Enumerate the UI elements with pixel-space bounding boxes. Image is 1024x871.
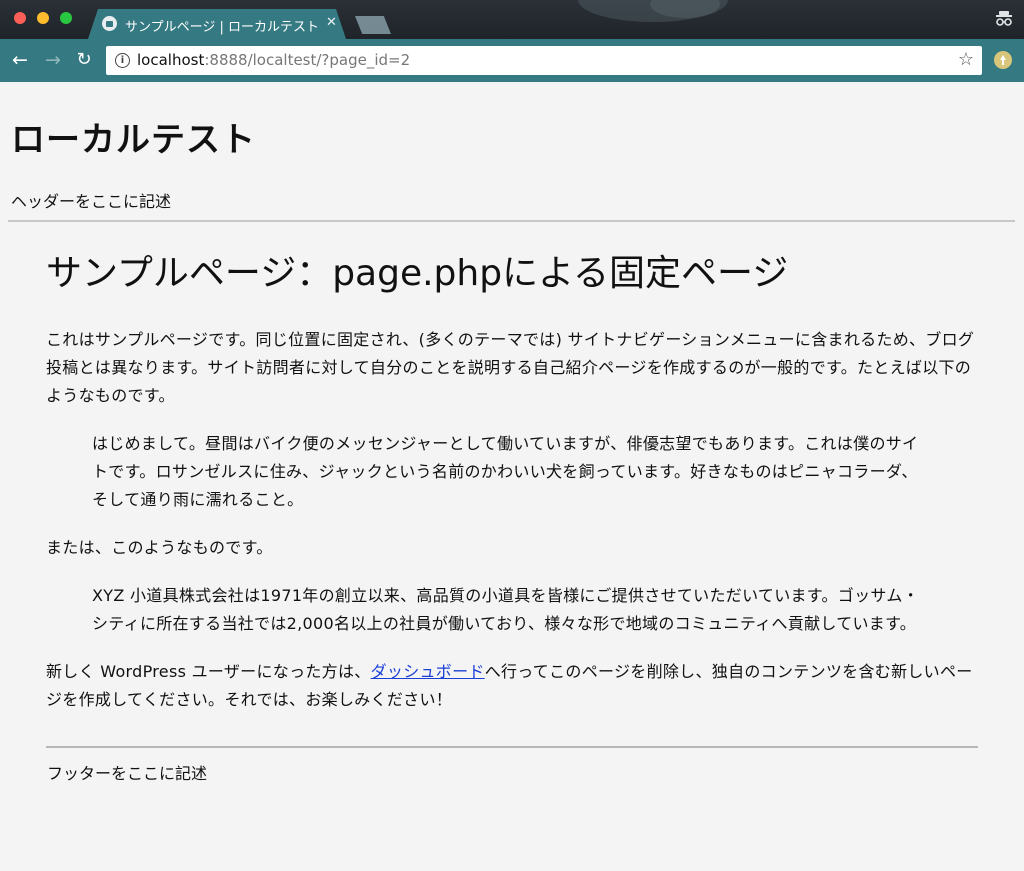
blockquote-1: はじめまして。昼間はバイク便のメッセンジャーとして働いていますが、俳優志望でもあ… xyxy=(92,434,919,509)
closing-paragraph: 新しく WordPress ユーザーになった方は、ダッシュボードへ行ってこのペー… xyxy=(46,658,978,714)
new-tab-button[interactable] xyxy=(355,16,391,34)
bookmark-star-icon[interactable]: ☆ xyxy=(958,49,974,70)
footer-divider xyxy=(46,746,978,748)
intro-paragraph: これはサンプルページです。同じ位置に固定され、(多くのテーマでは) サイトナビゲ… xyxy=(46,330,975,405)
tab-title: サンプルページ | ローカルテスト xyxy=(125,20,319,35)
extension-icon-stem xyxy=(1002,60,1004,65)
window-maximize-button[interactable] xyxy=(60,12,72,24)
browser-toolbar: ← → ↻ i localhost:8888/localtest/?page_i… xyxy=(0,39,1024,82)
tab-strip: サンプルページ | ローカルテスト ✕ xyxy=(0,0,1024,39)
reload-button[interactable]: ↻ xyxy=(72,48,96,72)
blockquote-2: XYZ 小道具株式会社は1971年の創立以来、高品質の小道具を皆様にご提供させて… xyxy=(92,586,919,633)
forward-button[interactable]: → xyxy=(41,48,65,72)
wordpress-favicon-icon xyxy=(102,16,117,31)
or-paragraph: または、このようなものです。 xyxy=(46,538,273,557)
header-text: ヘッダーをここに記述 xyxy=(11,192,172,211)
page-title: サンプルページ：page.phpによる固定ページ xyxy=(46,253,789,294)
url-host: localhost xyxy=(137,51,205,69)
info-icon[interactable]: i xyxy=(115,53,130,68)
url-path: :8888/localtest/?page_id=2 xyxy=(204,51,411,69)
page-viewport: ローカルテスト ヘッダーをここに記述 サンプルページ：page.phpによる固定… xyxy=(0,82,1024,871)
browser-window: サンプルページ | ローカルテスト ✕ ← → ↻ i localhost:88… xyxy=(0,0,1024,871)
header-divider xyxy=(8,220,1015,222)
main-content: サンプルページ：page.phpによる固定ページ これはサンプルページです。同じ… xyxy=(46,250,978,734)
window-close-button[interactable] xyxy=(14,12,26,24)
closing-text-before: 新しく WordPress ユーザーになった方は、 xyxy=(46,662,371,681)
url-text[interactable]: localhost:8888/localtest/?page_id=2 xyxy=(137,51,410,69)
footer-text: フッターをここに記述 xyxy=(47,764,208,783)
site-title: ローカルテスト xyxy=(11,120,256,160)
window-minimize-button[interactable] xyxy=(37,12,49,24)
address-bar[interactable]: i localhost:8888/localtest/?page_id=2 ☆ xyxy=(106,46,982,75)
back-button[interactable]: ← xyxy=(8,48,32,72)
tab-active[interactable]: サンプルページ | ローカルテスト ✕ xyxy=(88,9,346,39)
tab-close-icon[interactable]: ✕ xyxy=(326,15,337,30)
dashboard-link[interactable]: ダッシュボード xyxy=(371,662,485,681)
incognito-icon[interactable] xyxy=(994,10,1014,28)
